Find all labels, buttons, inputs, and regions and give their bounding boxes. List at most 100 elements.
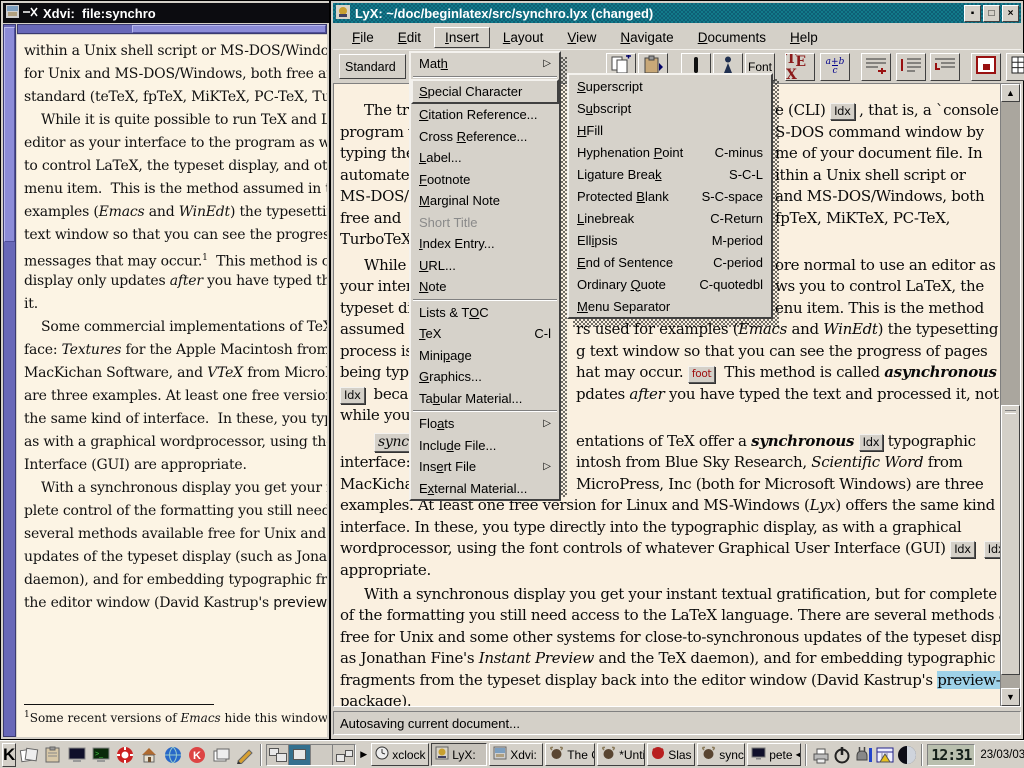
insert-menu-item-graphics[interactable]: Graphics... <box>411 366 559 388</box>
insert-menu-item-lists-toc[interactable]: Lists & TOC <box>411 302 559 324</box>
task-button-xdvi[interactable]: Xdvi: <box>489 743 543 766</box>
launcher-konsole-icon[interactable]: >_ <box>90 744 112 766</box>
insert-footnote-button[interactable] <box>861 53 891 81</box>
special-character-menu-item-ligature-break[interactable]: Ligature BreakS-C-L <box>569 163 771 185</box>
task-button-xclock[interactable]: xclock <box>371 743 429 766</box>
launcher-window-list-icon[interactable] <box>18 744 40 766</box>
launcher-files-icon[interactable] <box>210 744 232 766</box>
taskbar-date[interactable]: 23/03/03 <box>977 749 1024 761</box>
launcher-help-icon[interactable] <box>114 744 136 766</box>
tex-mode-button[interactable]: TEX <box>785 53 815 81</box>
task-button-slas[interactable]: Slas <box>647 743 695 766</box>
pager-desktop-4[interactable] <box>333 745 355 765</box>
insert-menu-item-marginal-note[interactable]: Marginal Note <box>411 190 559 212</box>
pager-desktop-2[interactable] <box>289 745 311 765</box>
menu-layout[interactable]: Layout <box>492 27 555 48</box>
moon-phase-tray-icon[interactable] <box>897 745 917 765</box>
launcher-editor-icon[interactable] <box>234 744 256 766</box>
taskbar-clock[interactable]: 12:31 <box>927 744 975 766</box>
xdvi-vscrollbar[interactable] <box>3 24 16 737</box>
vscrollbar-thumb[interactable] <box>4 27 15 242</box>
launcher-desktop-icon[interactable] <box>42 744 64 766</box>
launcher-terminal-icon[interactable] <box>66 744 88 766</box>
special-character-menu-item-hfill[interactable]: HFill <box>569 119 771 141</box>
index-inset[interactable]: Idx <box>859 434 884 451</box>
insert-menu-item-tabular-material[interactable]: Tabular Material... <box>411 388 559 410</box>
special-character-menu-item-hyphenation-point[interactable]: Hyphenation PointC-minus <box>569 141 771 163</box>
printer-tray-icon[interactable] <box>811 746 831 764</box>
xdvi-text-line: within a Unix shell script or MS-DOS/Win… <box>24 40 327 63</box>
special-character-menu-item-ordinary-quote[interactable]: Ordinary QuoteC-quotedbl <box>569 273 771 295</box>
special-character-menu-item-menu-separator[interactable]: Menu Separator <box>569 295 771 317</box>
scrollbar-thumb[interactable] <box>1001 405 1020 675</box>
close-button[interactable]: × <box>1002 5 1019 22</box>
special-character-menu-item-linebreak[interactable]: LinebreakC-Return <box>569 207 771 229</box>
task-button-lyx[interactable]: LyX: <box>431 743 487 766</box>
panel-arrow-icon[interactable]: ▶ <box>358 749 369 760</box>
insert-menu-item-special-character[interactable]: Special Character <box>411 79 559 105</box>
menu-file[interactable]: File <box>341 27 385 48</box>
menu-view[interactable]: View <box>556 27 607 48</box>
index-inset[interactable]: Idx <box>830 103 855 120</box>
logout-tray-icon[interactable] <box>833 746 851 764</box>
task-overflow-arrow-icon[interactable]: ◀ <box>796 750 802 759</box>
xdvi-titlebar[interactable]: Xdvi: file:synchro <box>3 3 329 23</box>
special-character-menu-item-ellipsis[interactable]: EllipsisM-period <box>569 229 771 251</box>
special-character-menu-item-superscript[interactable]: Superscript <box>569 75 771 97</box>
maximize-button[interactable]: □ <box>983 5 1000 22</box>
menu-help[interactable]: Help <box>779 27 829 48</box>
pager-desktop-1[interactable] <box>267 745 289 765</box>
insert-menu-item-math[interactable]: Math▷ <box>411 53 559 75</box>
insert-menu-item-index-entry[interactable]: Index Entry... <box>411 233 559 255</box>
footnote-inset[interactable]: foot <box>688 366 715 383</box>
hscrollbar-thumb[interactable] <box>132 25 326 33</box>
index-inset[interactable]: Idx <box>340 387 365 404</box>
k-menu-button[interactable]: K <box>2 743 16 767</box>
scroll-up-icon[interactable]: ▲ <box>1001 84 1020 102</box>
insert-menu-item-insert-file[interactable]: Insert File▷ <box>411 456 559 478</box>
menu-insert[interactable]: Insert <box>434 27 490 48</box>
desktop-pager[interactable] <box>266 744 356 766</box>
menu-documents[interactable]: Documents <box>687 27 777 48</box>
launcher-home-icon[interactable] <box>138 744 160 766</box>
lyx-app-icon <box>336 5 350 22</box>
insert-menu-item-footnote[interactable]: Footnote <box>411 169 559 191</box>
insert-menu-item-short-title[interactable]: Short Title <box>411 212 559 234</box>
insert-figure-button[interactable] <box>971 53 1001 81</box>
insert-menu-item-minipage[interactable]: Minipage <box>411 345 559 367</box>
minimize-button[interactable]: ▪ <box>964 5 981 22</box>
scroll-down-icon[interactable]: ▼ <box>1001 688 1020 706</box>
menu-edit[interactable]: Edit <box>387 27 432 48</box>
insert-menu-item-cross-reference[interactable]: Cross Reference... <box>411 126 559 148</box>
lyx-titlebar[interactable]: LyX: ~/doc/beginlatex/src/synchro.lyx (c… <box>333 3 1021 23</box>
insert-menu-item-tex[interactable]: TeXC-l <box>411 323 559 345</box>
dialup-tray-icon[interactable] <box>853 746 873 764</box>
insert-menu-item-external-material[interactable]: External Material... <box>411 478 559 500</box>
task-button-pete[interactable]: pete◀ <box>747 743 801 766</box>
task-button-unti[interactable]: *Unti <box>597 743 645 766</box>
special-character-menu-item-subscript[interactable]: Subscript <box>569 97 771 119</box>
index-inset[interactable]: Idx <box>950 541 975 558</box>
insert-menu-item-citation-reference[interactable]: Citation Reference... <box>411 104 559 126</box>
xdvi-hscrollbar[interactable] <box>17 24 327 34</box>
insert-menu-item-label[interactable]: Label... <box>411 147 559 169</box>
launcher-browser-icon[interactable] <box>162 744 184 766</box>
layout-selector[interactable]: Standard <box>339 54 406 79</box>
task-button-sync[interactable]: sync <box>697 743 745 766</box>
task-button-theg[interactable]: The G <box>545 743 595 766</box>
doc-scrollbar[interactable]: ▲ ▼ <box>1000 84 1020 706</box>
insert-menu-item-note[interactable]: Note <box>411 276 559 298</box>
math-mode-button[interactable]: a+bc <box>820 53 850 81</box>
special-character-menu-item-end-of-sentence[interactable]: End of SentenceC-period <box>569 251 771 273</box>
insert-menu-item-include-file[interactable]: Include File... <box>411 435 559 457</box>
menu-navigate[interactable]: Navigate <box>609 27 684 48</box>
change-depth-button[interactable] <box>930 53 960 81</box>
launcher-kde-help-icon[interactable]: K <box>186 744 208 766</box>
insert-menu-item-floats[interactable]: Floats▷ <box>411 413 559 435</box>
insert-margin-note-button[interactable] <box>896 53 926 81</box>
pager-desktop-3[interactable] <box>311 745 333 765</box>
special-character-menu-item-protected-blank[interactable]: Protected BlankS-C-space <box>569 185 771 207</box>
organizer-tray-icon[interactable] <box>875 746 895 764</box>
insert-table-button[interactable] <box>1006 53 1024 81</box>
insert-menu-item-url[interactable]: URL... <box>411 255 559 277</box>
